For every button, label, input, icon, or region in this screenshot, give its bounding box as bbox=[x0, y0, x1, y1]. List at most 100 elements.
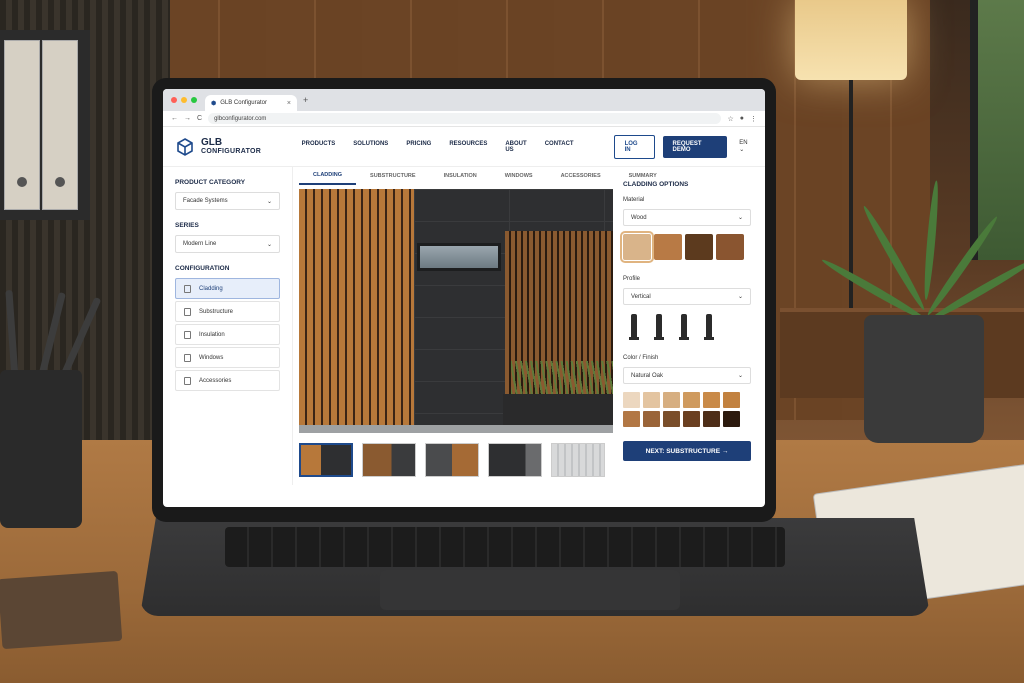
material-select[interactable]: Wood ⌄ bbox=[623, 209, 751, 226]
main-menu: PRODUCTS SOLUTIONS PRICING RESOURCES ABO… bbox=[302, 141, 574, 153]
product-category-select[interactable]: Facade Systems ⌄ bbox=[175, 192, 280, 210]
color-swatch[interactable] bbox=[663, 392, 680, 408]
color-swatch[interactable] bbox=[623, 392, 640, 408]
color-swatch[interactable] bbox=[703, 411, 720, 427]
thumbnail[interactable] bbox=[551, 443, 605, 477]
material-label: Material bbox=[623, 197, 645, 203]
thumbnail[interactable] bbox=[488, 443, 542, 477]
color-swatch[interactable] bbox=[623, 411, 640, 427]
cube-logo-icon bbox=[177, 137, 193, 156]
forward-button[interactable]: → bbox=[184, 115, 191, 122]
site-logo[interactable]: GLB CONFIGURATOR bbox=[175, 137, 302, 157]
profile-shape-icon[interactable] bbox=[629, 314, 639, 340]
product-category-value: Facade Systems bbox=[183, 198, 228, 204]
browser-tab[interactable]: ⬢ GLB Configurator × bbox=[205, 95, 297, 111]
next-substructure-button[interactable]: NEXT: SUBSTRUCTURE → bbox=[623, 441, 751, 461]
binder bbox=[4, 40, 40, 210]
tab-cladding[interactable]: CLADDING bbox=[299, 167, 357, 185]
browser-menu-icon[interactable]: ⋮ bbox=[750, 115, 757, 123]
language-selector[interactable]: EN ⌄ bbox=[739, 140, 753, 153]
sidebar: PRODUCT CATEGORY Facade Systems ⌄ SERIES… bbox=[163, 167, 293, 485]
profile-shape-icon[interactable] bbox=[679, 314, 689, 340]
tab-accessories[interactable]: ACCESSORIES bbox=[547, 167, 615, 185]
menu-resources[interactable]: RESOURCES bbox=[449, 141, 487, 153]
color-swatch[interactable] bbox=[703, 392, 720, 408]
request-demo-button[interactable]: REQUEST DEMO bbox=[662, 135, 728, 158]
tab-windows[interactable]: WINDOWS bbox=[491, 167, 547, 185]
profile-shapes bbox=[623, 313, 751, 340]
material-swatch[interactable] bbox=[654, 234, 682, 260]
color-finish-select[interactable]: Natural Oak ⌄ bbox=[623, 367, 751, 384]
menu-pricing[interactable]: PRICING bbox=[406, 141, 431, 153]
minimize-window-button[interactable] bbox=[181, 97, 187, 103]
sidebar-item-insulation[interactable]: Insulation bbox=[175, 324, 280, 345]
sidebar-item-substructure[interactable]: Substructure bbox=[175, 301, 280, 322]
configurator-body: PRODUCT CATEGORY Facade Systems ⌄ SERIES… bbox=[163, 167, 765, 485]
star-icon[interactable]: ☆ bbox=[727, 115, 733, 123]
wood-slat-cladding bbox=[299, 189, 414, 425]
layer-icon bbox=[184, 307, 191, 316]
thumbnail[interactable] bbox=[299, 443, 353, 477]
menu-products[interactable]: PRODUCTS bbox=[302, 141, 336, 153]
menu-contact[interactable]: CONTACT bbox=[545, 141, 574, 153]
window-controls bbox=[171, 97, 197, 103]
profile-label: Profile bbox=[623, 276, 641, 282]
material-swatch[interactable] bbox=[620, 231, 654, 263]
facade-3d-preview[interactable] bbox=[299, 189, 613, 433]
color-finish-label: Color / Finish bbox=[623, 355, 659, 361]
color-swatch[interactable] bbox=[723, 411, 740, 427]
sidebar-item-label: Windows bbox=[199, 354, 224, 361]
main-preview-area: CLADDING SUBSTRUCTURE INSULATION WINDOWS… bbox=[293, 167, 657, 485]
color-swatch[interactable] bbox=[643, 411, 660, 427]
menu-solutions[interactable]: SOLUTIONS bbox=[353, 141, 388, 153]
color-swatch[interactable] bbox=[683, 411, 700, 427]
new-tab-button[interactable]: + bbox=[303, 95, 308, 105]
browser-tab-title: GLB Configurator bbox=[220, 100, 267, 106]
book-stack bbox=[0, 570, 123, 650]
thumbnail[interactable] bbox=[362, 443, 416, 477]
color-swatch[interactable] bbox=[723, 392, 740, 408]
material-swatch[interactable] bbox=[716, 234, 744, 260]
profile-shape-icon[interactable] bbox=[654, 314, 664, 340]
menu-about-us[interactable]: ABOUT US bbox=[505, 141, 526, 153]
product-category-heading: PRODUCT CATEGORY bbox=[175, 179, 246, 186]
cladding-options-heading: CLADDING OPTIONS bbox=[623, 181, 689, 188]
logo-line1: GLB bbox=[201, 137, 223, 148]
material-value: Wood bbox=[631, 214, 647, 221]
tab-insulation[interactable]: INSULATION bbox=[430, 167, 491, 185]
preview-thumbnails bbox=[299, 443, 607, 477]
layer-icon bbox=[184, 284, 191, 293]
login-button[interactable]: LOG IN bbox=[613, 134, 655, 159]
zoom-window-button[interactable] bbox=[191, 97, 197, 103]
chevron-down-icon: ⌄ bbox=[737, 373, 743, 379]
series-select[interactable]: Modern Line ⌄ bbox=[175, 235, 280, 253]
tab-substructure[interactable]: SUBSTRUCTURE bbox=[356, 167, 430, 185]
thumbnail[interactable] bbox=[425, 443, 479, 477]
configuration-heading: CONFIGURATION bbox=[175, 265, 230, 272]
preview-window bbox=[417, 243, 501, 271]
planter bbox=[864, 315, 984, 443]
browser-tab-strip: ⬢ GLB Configurator × + bbox=[163, 89, 765, 111]
reload-button[interactable]: C bbox=[197, 115, 202, 122]
url-field[interactable]: glbconfigurator.com bbox=[208, 113, 722, 124]
profile-select[interactable]: Vertical ⌄ bbox=[623, 288, 751, 305]
layer-icon bbox=[184, 330, 191, 339]
sidebar-item-windows[interactable]: Windows bbox=[175, 347, 280, 368]
color-swatch[interactable] bbox=[683, 392, 700, 408]
back-button[interactable]: ← bbox=[171, 115, 178, 122]
laptop-screen: ⬢ GLB Configurator × + ← → C glbconfigur… bbox=[163, 89, 765, 507]
site-header: GLB CONFIGURATOR PRODUCTS SOLUTIONS PRIC… bbox=[163, 127, 765, 167]
chevron-down-icon: ⌄ bbox=[266, 198, 272, 205]
tab-close-icon[interactable]: × bbox=[287, 100, 291, 107]
material-swatches bbox=[620, 231, 751, 263]
material-swatch[interactable] bbox=[685, 234, 713, 260]
close-window-button[interactable] bbox=[171, 97, 177, 103]
profile-shape-icon[interactable] bbox=[704, 314, 714, 340]
profile-icon[interactable]: ● bbox=[740, 115, 744, 122]
lamp-shade bbox=[795, 0, 907, 80]
color-swatch[interactable] bbox=[663, 411, 680, 427]
color-swatch[interactable] bbox=[643, 392, 660, 408]
sidebar-item-accessories[interactable]: Accessories bbox=[175, 370, 280, 391]
sidebar-item-cladding[interactable]: Cladding bbox=[175, 278, 280, 299]
step-tabs: CLADDING SUBSTRUCTURE INSULATION WINDOWS… bbox=[299, 167, 657, 185]
